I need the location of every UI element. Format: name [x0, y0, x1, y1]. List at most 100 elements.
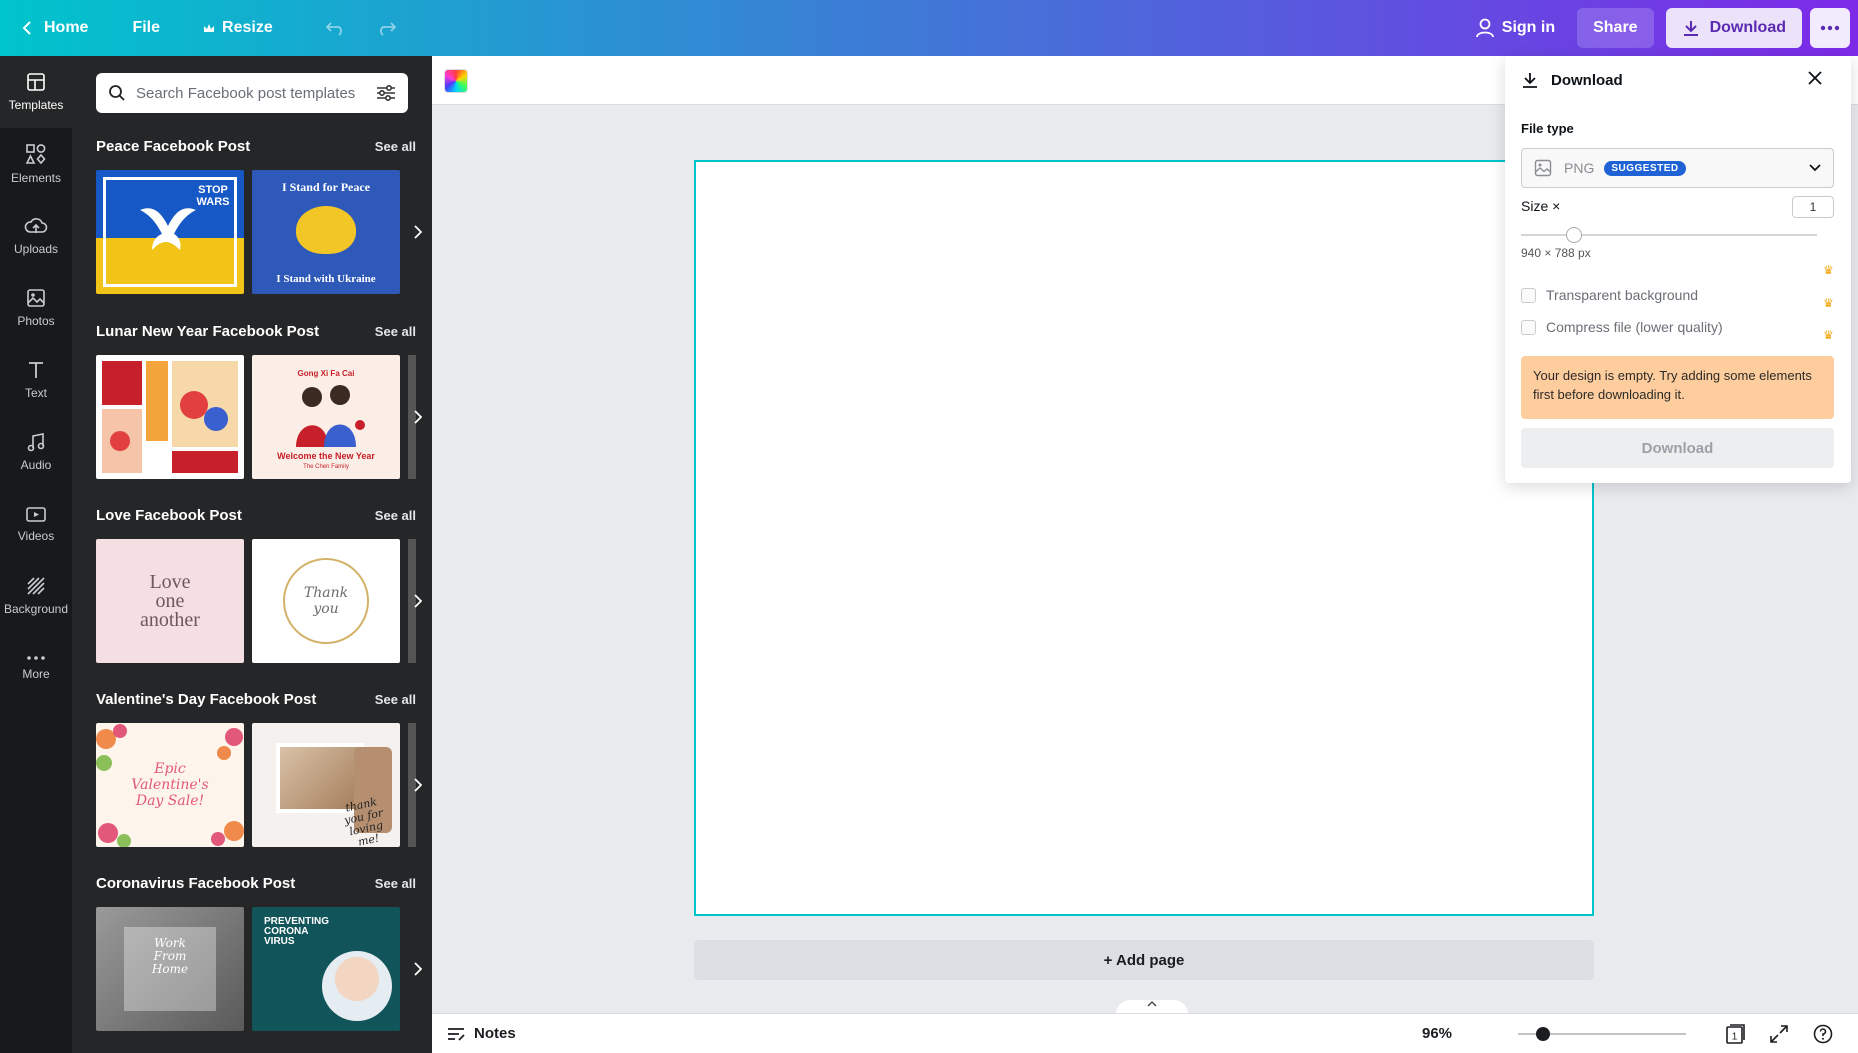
undo-button[interactable]	[315, 8, 357, 48]
template-thumbnail[interactable]: Work From Home	[96, 907, 244, 1031]
background-color-picker[interactable]	[444, 69, 468, 93]
see-all-link[interactable]: See all	[375, 876, 416, 891]
thumbnail-text: The Chen Family	[303, 464, 349, 470]
more-horizontal-icon	[1820, 25, 1840, 31]
template-thumbnail[interactable]: I Stand for Peace I Stand with Ukraine	[252, 170, 400, 294]
pro-crown-icon: ♛	[1823, 296, 1834, 310]
file-type-dropdown[interactable]: PNG SUGGESTED	[1521, 148, 1834, 188]
resize-label: Resize	[222, 19, 273, 36]
fullscreen-button[interactable]	[1768, 1023, 1790, 1045]
file-type-label: File type	[1521, 121, 1574, 136]
image-icon	[1534, 159, 1552, 177]
zoom-slider[interactable]	[1518, 1027, 1686, 1041]
template-section-love: Love Facebook Post See all Love one anot…	[96, 503, 422, 663]
size-label: Size ×	[1521, 198, 1561, 214]
redo-icon	[379, 22, 396, 36]
sign-in-button[interactable]: Sign in	[1464, 8, 1567, 48]
rail-label-videos: Videos	[17, 529, 55, 543]
template-thumbnail[interactable]: Gong Xi Fa Cai Welcome the New Year The …	[252, 355, 400, 479]
thumbnail-text: Work From Home	[151, 936, 189, 976]
help-button[interactable]	[1812, 1023, 1834, 1045]
see-all-link[interactable]: See all	[375, 692, 416, 707]
template-thumbnail[interactable]: thank you for loving me!	[252, 723, 400, 847]
image-icon	[27, 289, 45, 307]
sign-in-label: Sign in	[1501, 19, 1556, 36]
checkbox[interactable]	[1521, 319, 1536, 335]
redo-button[interactable]	[365, 8, 407, 48]
rail-item-templates[interactable]: Templates	[0, 56, 72, 128]
size-slider-knob[interactable]	[1566, 227, 1583, 243]
carousel-next-button[interactable]	[404, 539, 432, 663]
download-submit-button[interactable]: Download	[1521, 428, 1834, 468]
text-icon	[29, 362, 43, 378]
see-all-link[interactable]: See all	[375, 508, 416, 523]
add-page-button[interactable]: + Add page	[694, 940, 1594, 980]
filter-sliders-icon[interactable]	[376, 84, 396, 102]
carousel-next-button[interactable]	[404, 907, 432, 1031]
show-pages-toggle[interactable]	[1116, 1000, 1188, 1014]
template-search-input[interactable]	[136, 84, 376, 102]
undo-icon	[325, 22, 342, 36]
zoom-slider-knob[interactable]	[1536, 1027, 1551, 1041]
export-dimensions: 940 × 788 px	[1521, 246, 1591, 260]
see-all-link[interactable]: See all	[375, 324, 416, 339]
size-slider[interactable]	[1521, 227, 1817, 243]
resize-button[interactable]: Resize	[190, 8, 285, 48]
rail-item-uploads[interactable]: Uploads	[0, 200, 72, 272]
carousel-next-button[interactable]	[404, 355, 432, 479]
template-thumbnail[interactable]	[96, 355, 244, 479]
rail-item-elements[interactable]: Elements	[0, 128, 72, 200]
close-icon[interactable]	[1807, 70, 1823, 86]
template-thumbnail[interactable]: Thank you	[252, 539, 400, 663]
thumbnail-text: Love one another	[140, 570, 200, 631]
template-thumbnail[interactable]: STOP WARS	[96, 170, 244, 294]
rail-item-photos[interactable]: Photos	[0, 272, 72, 344]
file-menu-button[interactable]: File	[120, 8, 172, 48]
bottom-bar: Notes 96% 1	[432, 1013, 1858, 1053]
rail-item-background[interactable]: Background	[0, 560, 72, 632]
template-thumbnail[interactable]: Epic Valentine's Day Sale!	[96, 723, 244, 847]
page-count: 1	[1732, 1032, 1738, 1043]
rail-label-background: Background	[3, 602, 69, 616]
section-title: Peace Facebook Post	[96, 137, 251, 155]
rail-label-elements: Elements	[10, 171, 62, 185]
carousel-next-button[interactable]	[404, 170, 432, 294]
rail-item-text[interactable]: Text	[0, 344, 72, 416]
rail-item-more[interactable]: More	[0, 632, 72, 704]
thumbnail-text: I Stand with Ukraine	[276, 273, 376, 285]
chevron-up-icon	[1147, 1001, 1157, 1007]
pro-crown-icon: ♛	[1823, 263, 1834, 277]
home-label: Home	[44, 19, 89, 36]
share-label: Share	[1593, 19, 1638, 36]
size-multiplier-input[interactable]	[1792, 196, 1834, 218]
carousel-next-button[interactable]	[404, 723, 432, 847]
checkbox[interactable]	[1521, 287, 1536, 303]
thumbnail-text: thank you for loving me!	[343, 795, 385, 847]
transparent-background-option[interactable]: Transparent background	[1521, 287, 1698, 303]
thumbnail-text: Thank you	[303, 585, 349, 617]
notes-button[interactable]: Notes	[446, 1025, 516, 1042]
compress-file-option[interactable]: Compress file (lower quality)	[1521, 319, 1723, 335]
design-page[interactable]	[694, 160, 1594, 916]
download-button[interactable]: Download	[1665, 8, 1802, 48]
chevron-down-icon	[1809, 164, 1821, 172]
user-icon	[1475, 18, 1494, 38]
thumbnail-text: Epic Valentine's Day Sale!	[131, 761, 209, 809]
home-button[interactable]: Home	[10, 8, 100, 48]
section-title: Love Facebook Post	[96, 506, 242, 524]
rail-item-audio[interactable]: Audio	[0, 416, 72, 488]
see-all-link[interactable]: See all	[375, 139, 416, 154]
more-options-button[interactable]	[1810, 8, 1850, 48]
download-panel: Download File type PNG SUGGESTED Size × …	[1505, 56, 1851, 483]
rail-item-videos[interactable]: Videos	[0, 488, 72, 560]
shapes-icon	[25, 144, 46, 165]
share-button[interactable]: Share	[1577, 8, 1654, 48]
chevron-right-icon	[414, 778, 422, 792]
template-thumbnail[interactable]: PREVENTING CORONA VIRUS	[252, 907, 400, 1031]
template-thumbnail[interactable]: Love one another	[96, 539, 244, 663]
compress-file-label: Compress file (lower quality)	[1546, 319, 1723, 335]
rail-label-templates: Templates	[8, 98, 64, 112]
zoom-percentage[interactable]: 96%	[1422, 1025, 1452, 1042]
page-count-button[interactable]: 1	[1724, 1023, 1746, 1045]
section-title: Lunar New Year Facebook Post	[96, 322, 320, 340]
